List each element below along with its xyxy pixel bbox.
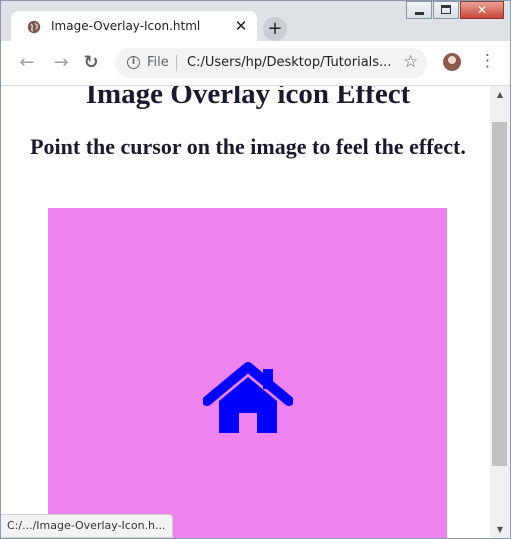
status-bar-url: C:/.../Image-Overlay-Icon.h... bbox=[1, 514, 173, 538]
url-scheme-label: File bbox=[147, 55, 169, 70]
address-bar[interactable]: i File C:/Users/hp/Desktop/Tutorials... … bbox=[115, 48, 427, 78]
maximize-icon bbox=[441, 5, 451, 14]
close-icon: ✕ bbox=[476, 3, 488, 17]
browser-toolbar: ← → ↻ i File C:/Users/hp/Desktop/Tutoria… bbox=[1, 41, 510, 86]
scroll-down-arrow-icon[interactable]: ▼ bbox=[490, 521, 510, 538]
maximize-button[interactable] bbox=[433, 1, 459, 19]
forward-arrow-icon[interactable]: → bbox=[51, 53, 71, 73]
tab-title: Image-Overlay-Icon.html bbox=[51, 19, 201, 33]
new-tab-button[interactable]: + bbox=[263, 17, 287, 41]
window-close-button[interactable]: ✕ bbox=[460, 1, 504, 19]
info-icon[interactable]: i bbox=[127, 56, 140, 69]
home-icon bbox=[203, 362, 293, 433]
page-viewport: Image Overlay icon Effect Point the curs… bbox=[1, 86, 490, 538]
more-menu-icon[interactable]: ⋮ bbox=[479, 51, 496, 71]
profile-avatar-face bbox=[448, 56, 456, 64]
page-subtitle: Point the cursor on the image to feel th… bbox=[30, 134, 466, 159]
bookmark-star-icon[interactable]: ☆ bbox=[403, 52, 418, 72]
window-controls: ✕ bbox=[405, 1, 504, 21]
omnibox-divider bbox=[176, 55, 177, 71]
image-overlay-container[interactable] bbox=[48, 208, 447, 538]
scroll-up-arrow-icon[interactable]: ▲ bbox=[490, 86, 510, 103]
tab-strip: Image-Overlay-Icon.html ✕ + ✕ bbox=[1, 1, 510, 41]
back-arrow-icon[interactable]: ← bbox=[17, 53, 37, 73]
profile-avatar-icon[interactable] bbox=[443, 53, 461, 71]
tab-close-icon[interactable]: ✕ bbox=[231, 16, 251, 36]
vertical-scrollbar[interactable]: ▲ ▼ bbox=[490, 86, 510, 538]
scrollbar-thumb[interactable] bbox=[492, 122, 507, 466]
minimize-icon bbox=[415, 12, 424, 15]
reload-icon[interactable]: ↻ bbox=[81, 53, 101, 73]
globe-icon bbox=[27, 20, 41, 34]
browser-window: Image-Overlay-Icon.html ✕ + ✕ ← → ↻ i Fi… bbox=[0, 0, 511, 539]
url-text[interactable]: C:/Users/hp/Desktop/Tutorials... bbox=[187, 55, 391, 70]
tab-image-overlay[interactable]: Image-Overlay-Icon.html ✕ bbox=[11, 11, 257, 41]
page-title: Image Overlay icon Effect bbox=[85, 86, 411, 110]
minimize-button[interactable] bbox=[406, 1, 432, 19]
